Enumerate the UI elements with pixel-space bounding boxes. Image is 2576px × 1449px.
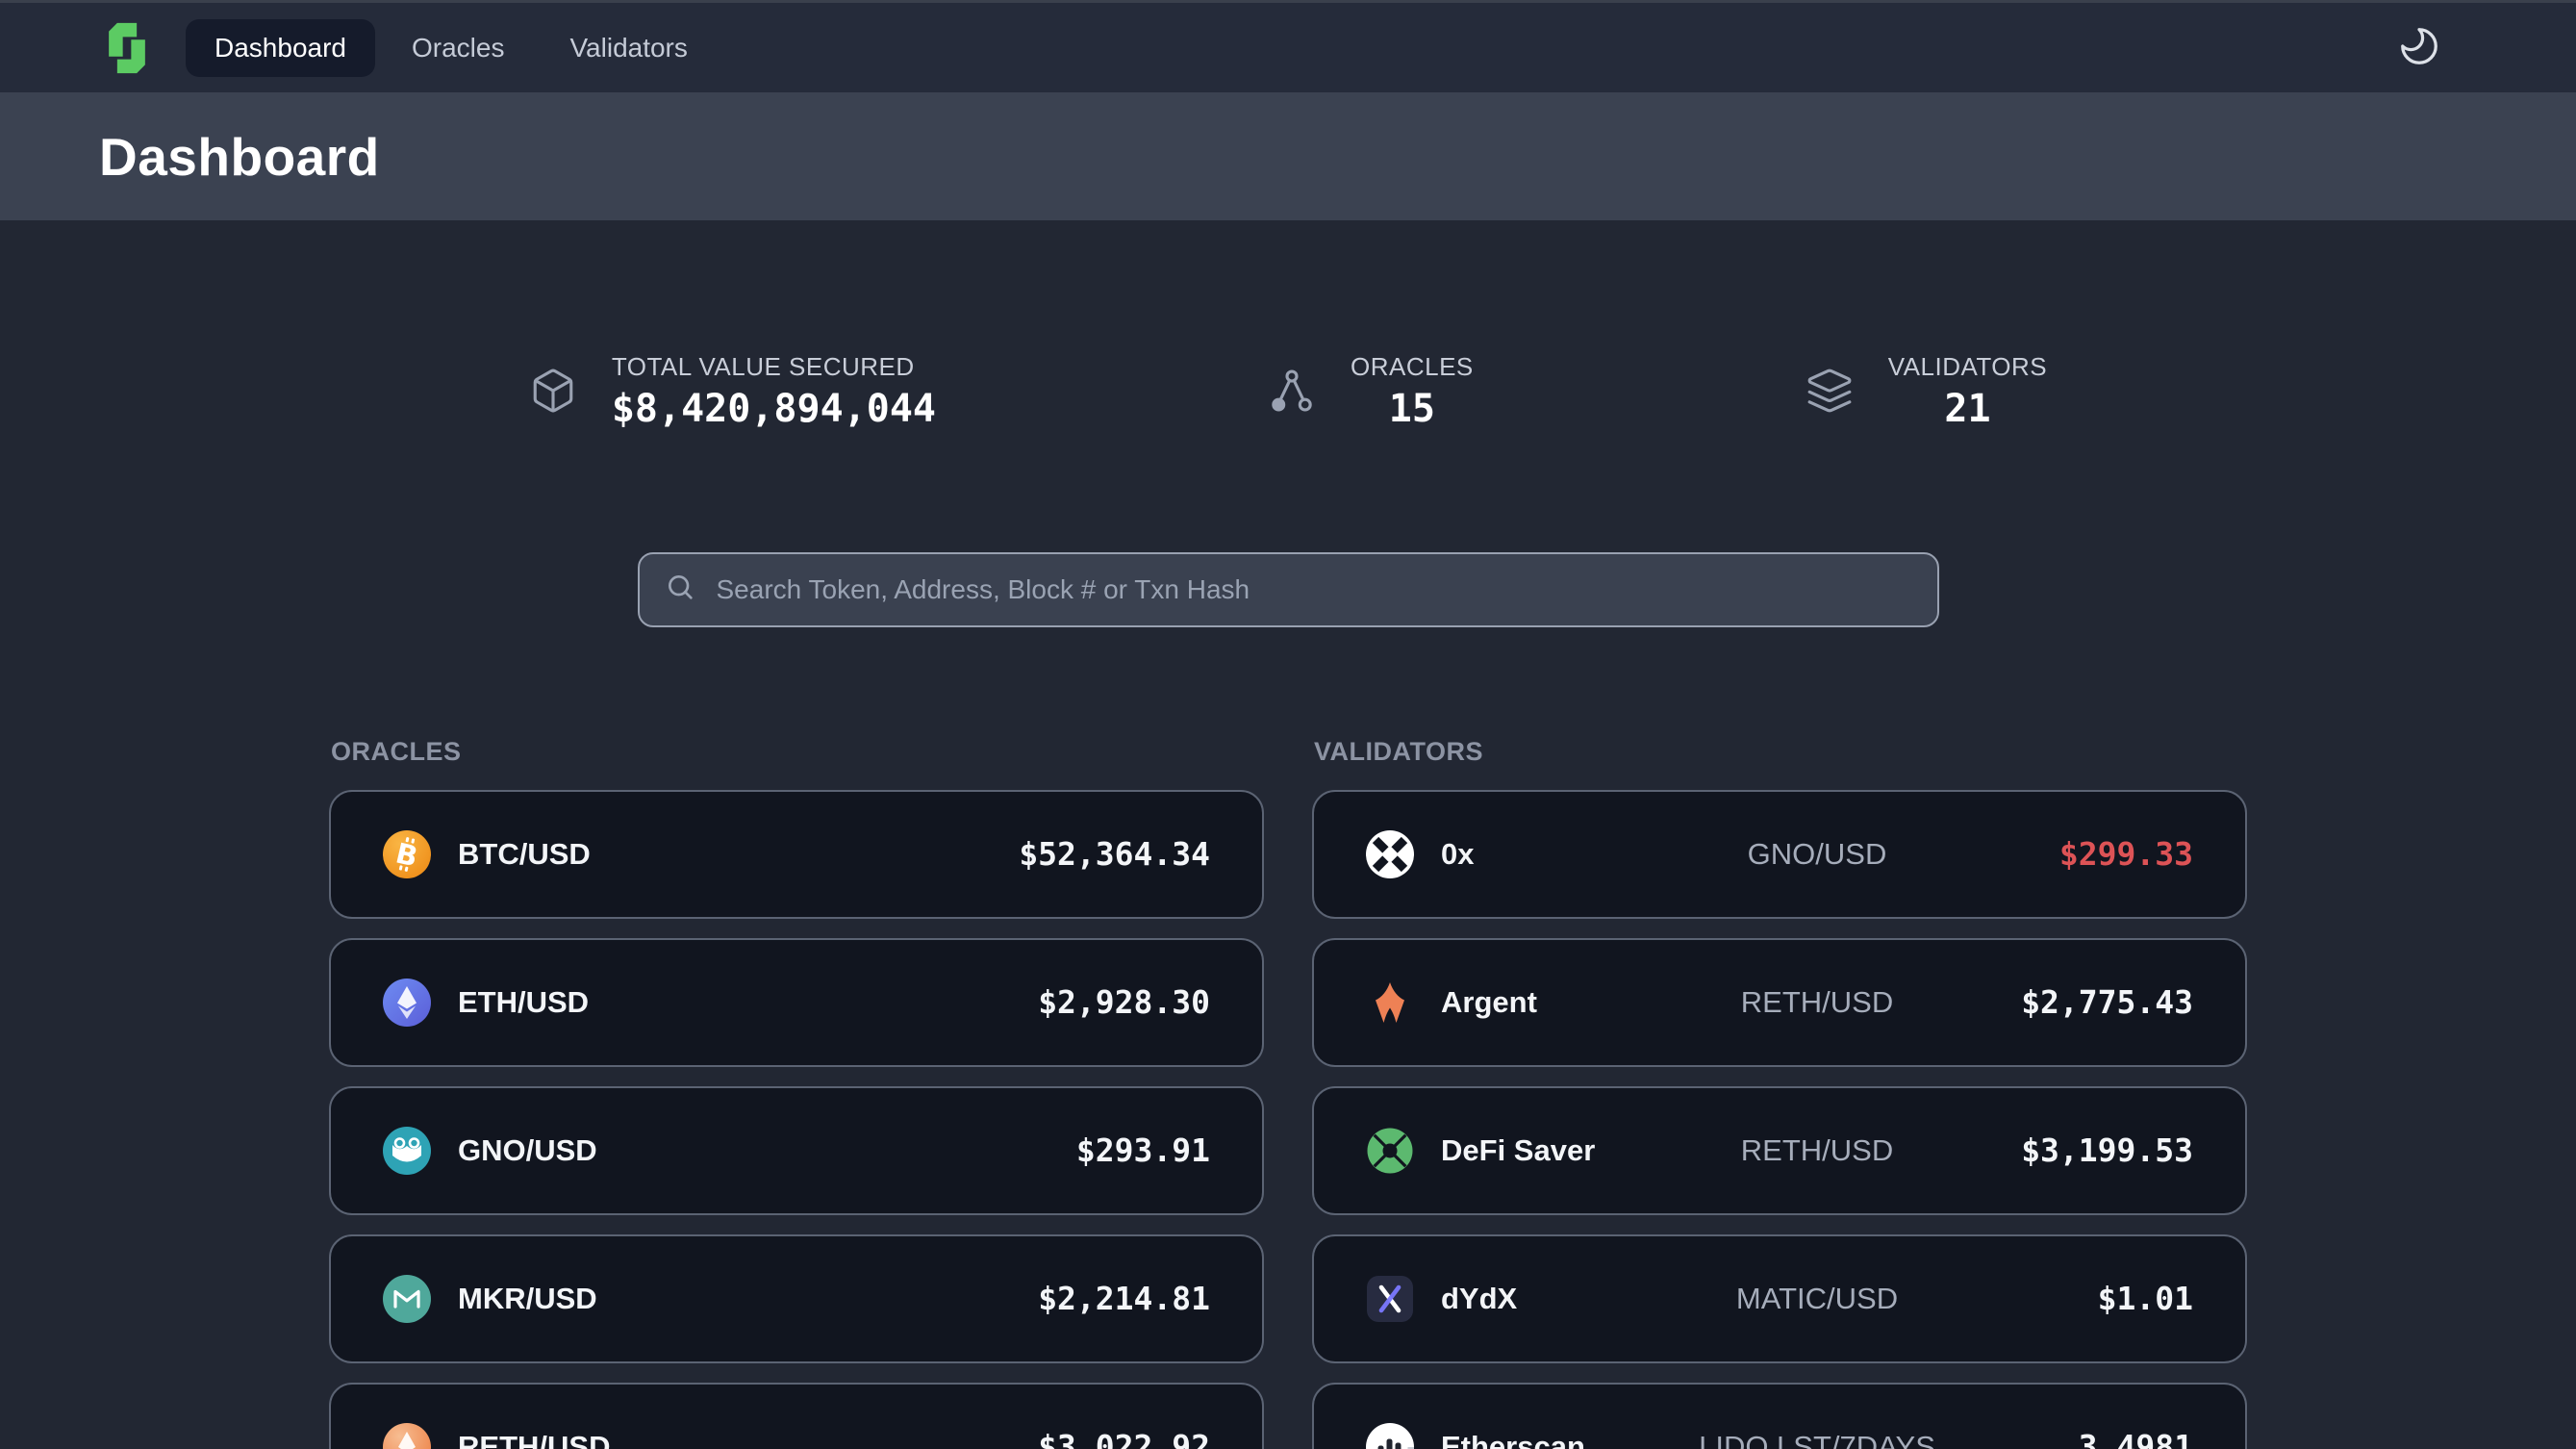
zrx-icon [1366,830,1414,878]
dashboard-page: Dashboard Oracles Validators Dashboard [0,0,2576,1449]
row-price: $293.91 [834,1131,1210,1169]
nav-item-oracles[interactable]: Oracles [383,19,533,77]
row-name: 0x [1441,837,1676,872]
stat-value: $8,420,894,044 [612,389,936,429]
search-input[interactable] [715,573,1912,606]
defisaver-icon [1366,1127,1414,1175]
row-price: $2,775.43 [1958,983,2193,1021]
dydx-icon [1366,1275,1414,1323]
stat-label: TOTAL VALUE SECURED [612,353,936,381]
oracles-section-label: ORACLES [331,737,1264,767]
search-bar[interactable] [638,552,1939,627]
row-name: Argent [1441,985,1676,1020]
row-price: $1.01 [1958,1280,2193,1317]
stat-oracles: ORACLES 15 [1268,353,1474,429]
reth-icon [383,1423,431,1449]
cube-icon [529,367,577,415]
row-name: DeFi Saver [1441,1133,1676,1168]
row-price: $299.33 [1958,835,2193,873]
list-item[interactable]: Etherscan LIDO LST/7DAYS 3.4981 [1312,1383,2247,1449]
list-item[interactable]: RETH/USD $3,022.92 [329,1383,1264,1449]
validators-list: 0x GNO/USD $299.33 Argent RETH/USD $2,77… [1312,790,2247,1449]
page-header: Dashboard [0,92,2576,220]
theme-toggle-button[interactable] [2393,22,2445,74]
btc-icon: B [383,830,431,878]
row-price: $3,022.92 [834,1428,1210,1449]
stats-row: TOTAL VALUE SECURED $8,420,894,044 ORACL… [0,353,2576,429]
list-item[interactable]: GNO/USD $293.91 [329,1086,1264,1215]
moon-icon [2397,24,2441,71]
row-price: $2,214.81 [834,1280,1210,1317]
stat-value: 21 [1888,389,2047,429]
lists-section: ORACLES B BTC/USD $52,364.34 ETH/USD $2,… [329,737,2247,1449]
nav-item-dashboard[interactable]: Dashboard [186,19,375,77]
row-name: ETH/USD [458,985,834,1020]
stat-value: 15 [1351,389,1474,429]
row-name: GNO/USD [458,1133,834,1168]
page-title: Dashboard [99,126,380,188]
row-name: dYdX [1441,1282,1676,1316]
stat-validators: VALIDATORS 21 [1806,353,2047,429]
stat-label: ORACLES [1351,353,1474,381]
mkr-icon [383,1275,431,1323]
search-icon [665,572,695,607]
etherscan-icon [1366,1423,1414,1449]
row-pair: RETH/USD [1676,1133,1957,1168]
row-price: 3.4981 [1958,1428,2193,1449]
row-name: MKR/USD [458,1282,834,1316]
validators-section-label: VALIDATORS [1314,737,2247,767]
stat-label: VALIDATORS [1888,353,2047,381]
list-item[interactable]: 0x GNO/USD $299.33 [1312,790,2247,919]
row-price: $3,199.53 [1958,1131,2193,1169]
list-item[interactable]: B BTC/USD $52,364.34 [329,790,1264,919]
list-item[interactable]: DeFi Saver RETH/USD $3,199.53 [1312,1086,2247,1215]
app-logo-icon [99,20,155,76]
network-icon [1268,367,1316,415]
oracles-list: B BTC/USD $52,364.34 ETH/USD $2,928.30 G… [329,790,1264,1449]
list-item[interactable]: MKR/USD $2,214.81 [329,1234,1264,1363]
row-name: RETH/USD [458,1430,834,1449]
main-nav: Dashboard Oracles Validators [186,19,717,77]
row-price: $52,364.34 [834,835,1210,873]
nav-item-validators[interactable]: Validators [541,19,716,77]
row-pair: GNO/USD [1676,837,1957,872]
row-pair: LIDO LST/7DAYS [1676,1430,1957,1449]
validators-column: VALIDATORS 0x GNO/USD $299.33 Argent RET… [1312,737,2247,1449]
argent-icon [1366,979,1414,1027]
row-pair: RETH/USD [1676,985,1957,1020]
eth-icon [383,979,431,1027]
layers-icon [1806,367,1854,415]
row-name: BTC/USD [458,837,834,872]
top-navbar: Dashboard Oracles Validators [0,3,2576,92]
list-item[interactable]: ETH/USD $2,928.30 [329,938,1264,1067]
gno-icon [383,1127,431,1175]
list-item[interactable]: dYdX MATIC/USD $1.01 [1312,1234,2247,1363]
row-pair: MATIC/USD [1676,1282,1957,1316]
row-name: Etherscan [1441,1430,1676,1449]
list-item[interactable]: Argent RETH/USD $2,775.43 [1312,938,2247,1067]
row-price: $2,928.30 [834,983,1210,1021]
stat-total-value-secured: TOTAL VALUE SECURED $8,420,894,044 [529,353,936,429]
oracles-column: ORACLES B BTC/USD $52,364.34 ETH/USD $2,… [329,737,1264,1449]
